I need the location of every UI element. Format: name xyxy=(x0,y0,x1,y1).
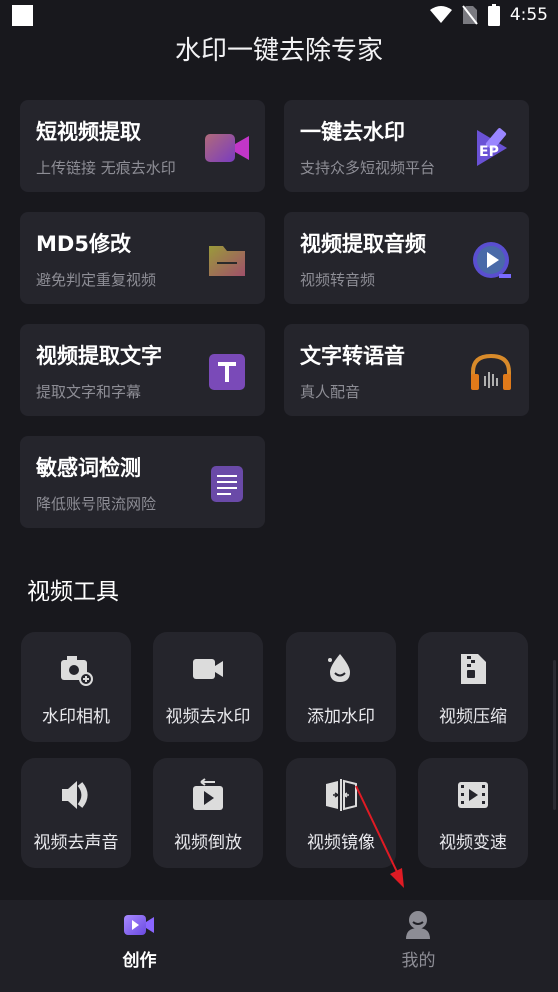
scrollbar[interactable] xyxy=(553,660,556,810)
tool-label: 视频压缩 xyxy=(439,707,507,727)
play-audio-icon xyxy=(473,242,511,278)
mirror-icon xyxy=(326,779,357,811)
feature-card-short-video-extract[interactable]: 短视频提取 上传链接 无痕去水印 xyxy=(20,100,265,192)
card-title: 视频提取音频 xyxy=(300,232,426,256)
status-bar: 4:55 xyxy=(0,0,558,32)
user-profile-icon xyxy=(406,911,430,939)
card-title: MD5修改 xyxy=(36,232,131,256)
tool-label: 视频倒放 xyxy=(174,833,242,853)
folder-icon xyxy=(209,246,245,276)
bottom-nav: 创作 我的 xyxy=(0,900,558,992)
status-time: 4:55 xyxy=(509,5,548,25)
wifi-icon xyxy=(429,6,452,23)
card-title: 短视频提取 xyxy=(36,120,141,144)
status-indicators: 4:55 xyxy=(429,4,548,26)
tool-label: 水印相机 xyxy=(42,707,110,727)
tool-add-watermark[interactable]: 添加水印 xyxy=(286,632,396,742)
video-camera-icon xyxy=(124,915,154,935)
feature-card-md5-modify[interactable]: MD5修改 避免判定重复视频 xyxy=(20,212,265,304)
tool-watermark-camera[interactable]: 水印相机 xyxy=(21,632,131,742)
page-title: 水印一键去除专家 xyxy=(174,36,383,66)
zip-file-icon xyxy=(461,654,486,684)
nav-item-mine[interactable]: 我的 xyxy=(279,900,558,992)
video-camera-icon xyxy=(193,659,223,679)
tool-video-remove-sound[interactable]: 视频去声音 xyxy=(21,758,131,868)
nav-label-create: 创作 xyxy=(122,951,157,971)
card-subtitle: 提取文字和字幕 xyxy=(36,383,142,401)
tool-label: 视频镜像 xyxy=(307,833,375,853)
card-title: 敏感词检测 xyxy=(36,456,141,480)
card-subtitle: 上传链接 无痕去水印 xyxy=(36,159,176,177)
reverse-play-icon xyxy=(193,778,223,810)
feature-card-video-to-audio[interactable]: 视频提取音频 视频转音频 xyxy=(284,212,529,304)
speaker-mute-icon xyxy=(62,781,88,809)
tool-video-mirror[interactable]: 视频镜像 xyxy=(286,758,396,868)
card-subtitle: 降低账号限流网险 xyxy=(36,495,157,513)
card-subtitle: 视频转音频 xyxy=(300,271,376,289)
film-speed-icon xyxy=(458,782,488,808)
tool-label: 视频去水印 xyxy=(165,707,251,727)
section-title-video-tools: 视频工具 xyxy=(27,579,119,605)
notification-icon xyxy=(12,5,33,26)
tool-video-compress[interactable]: 视频压缩 xyxy=(418,632,528,742)
document-lines-icon xyxy=(211,466,243,502)
card-subtitle: 避免判定重复视频 xyxy=(36,271,157,289)
text-t-icon xyxy=(209,354,245,390)
tool-video-remove-watermark[interactable]: 视频去水印 xyxy=(153,632,263,742)
feature-card-remove-watermark[interactable]: 一键去水印 支持众多短视频平台 EP xyxy=(284,100,529,192)
tool-label: 视频变速 xyxy=(439,833,507,853)
video-camera-icon xyxy=(205,134,249,162)
card-subtitle: 支持众多短视频平台 xyxy=(300,159,436,177)
no-sim-icon xyxy=(462,5,478,25)
droplet-icon xyxy=(328,654,350,682)
nav-label-mine: 我的 xyxy=(401,951,436,971)
watermark-eraser-icon: EP xyxy=(477,128,507,166)
headphones-icon xyxy=(471,353,511,390)
svg-text:EP: EP xyxy=(479,144,499,160)
card-subtitle: 真人配音 xyxy=(300,383,361,401)
battery-icon xyxy=(487,4,500,26)
feature-card-text-to-speech[interactable]: 文字转语音 真人配音 xyxy=(284,324,529,416)
card-title: 视频提取文字 xyxy=(36,344,162,368)
card-title: 一键去水印 xyxy=(300,120,405,144)
tool-label: 视频去声音 xyxy=(33,833,119,853)
camera-add-icon xyxy=(61,656,93,686)
card-title: 文字转语音 xyxy=(300,344,405,368)
feature-card-sensitive-word-check[interactable]: 敏感词检测 降低账号限流网险 xyxy=(20,436,265,528)
feature-card-extract-text[interactable]: 视频提取文字 提取文字和字幕 xyxy=(20,324,265,416)
tool-video-speed[interactable]: 视频变速 xyxy=(418,758,528,868)
nav-item-create[interactable]: 创作 xyxy=(0,900,279,992)
tool-label: 添加水印 xyxy=(307,707,375,727)
tool-video-reverse[interactable]: 视频倒放 xyxy=(153,758,263,868)
